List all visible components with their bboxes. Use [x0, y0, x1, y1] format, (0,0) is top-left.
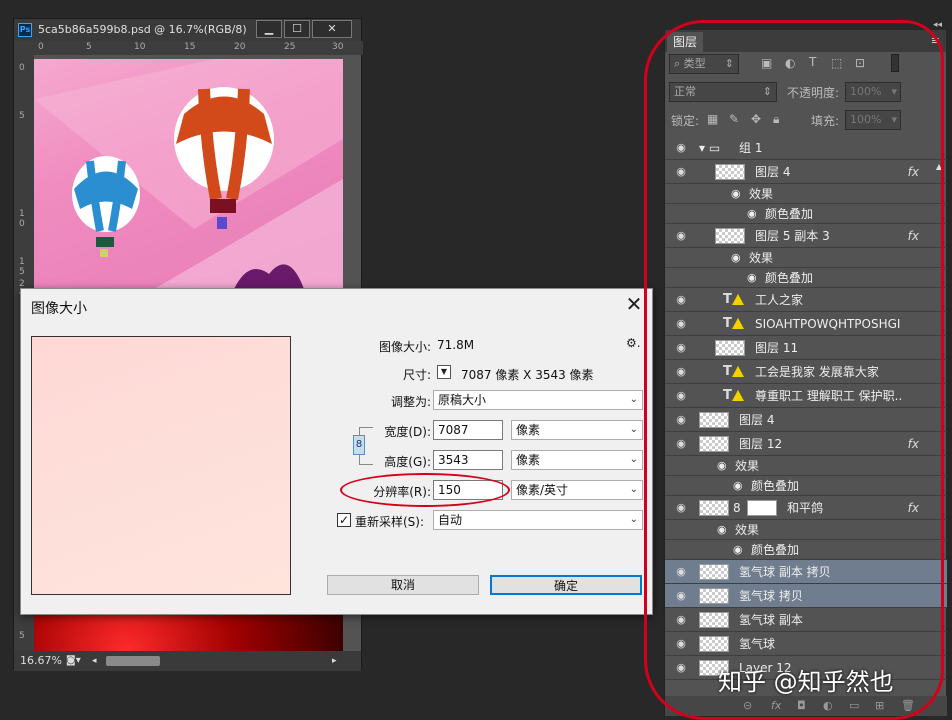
annotation-oval-resolution	[340, 473, 510, 507]
image-size-label: 图像大小:	[378, 340, 431, 354]
ruler-tick: 30	[332, 42, 344, 52]
minimize-button[interactable]: ▁	[256, 20, 282, 38]
chevron-down-icon: ⌄	[629, 514, 638, 525]
canvas-artwork[interactable]	[34, 59, 343, 289]
maximize-button[interactable]: ☐	[284, 20, 310, 38]
fit-to-value: 原稿大小	[438, 393, 487, 407]
chevron-down-icon: ⌄	[629, 424, 638, 435]
image-size-value: 71.8M	[437, 338, 475, 352]
resolution-unit-value: 像素/英寸	[516, 483, 569, 497]
dimensions-label: 尺寸:	[402, 368, 431, 382]
ruler-tick: 15	[184, 42, 196, 52]
width-input[interactable]: 7087	[433, 420, 503, 440]
blue-balloon-icon	[72, 156, 140, 257]
ruler-tick: 25	[284, 42, 296, 52]
fit-to-label: 调整为:	[390, 395, 431, 409]
balloon-illustration	[34, 59, 343, 289]
resolution-unit-select[interactable]: 像素/英寸 ⌄	[511, 480, 643, 500]
ruler-tick: 5	[19, 267, 25, 277]
collapse-icon[interactable]: ◂◂	[933, 20, 942, 30]
watermark: 知乎 @知乎然也	[718, 668, 894, 696]
document-title-bar[interactable]: Ps 5ca5b86a599b8.psd @ 16.7%(RGB/8) ▁ ☐ …	[14, 19, 361, 41]
chevron-down-icon: ⌄	[629, 394, 638, 405]
document-name: 5ca5b86a599b8.psd @ 16.7%(RGB/8)	[38, 23, 247, 36]
height-unit-value: 像素	[516, 453, 541, 467]
ruler-tick: 0	[19, 63, 25, 73]
chevron-down-icon: ⌄	[629, 454, 638, 465]
ruler-tick: 5	[86, 42, 92, 52]
ruler-tick: 5	[19, 111, 25, 121]
ruler-tick: 0	[38, 42, 44, 52]
height-label: 高度(G):	[384, 455, 431, 469]
ruler-tick: 5	[19, 631, 25, 641]
resample-value: 自动	[438, 513, 463, 527]
cancel-button[interactable]: 取消	[327, 575, 479, 595]
resample-label: 重新采样(S):	[355, 515, 425, 529]
doc-info-icon[interactable]: ◙▾	[66, 651, 81, 671]
dimensions-value: 7087 像素 X 3543 像素	[461, 368, 594, 382]
width-label: 宽度(D):	[384, 425, 431, 439]
ruler-tick: 10	[134, 42, 146, 52]
canvas-artwork-bottom[interactable]	[34, 615, 343, 651]
scroll-left-icon[interactable]: ◂	[92, 651, 97, 671]
ruler-tick: 20	[234, 42, 246, 52]
dialog-close-button[interactable]: ✕	[624, 294, 644, 315]
dialog-title: 图像大小	[31, 301, 87, 317]
ok-button[interactable]: 确定	[490, 575, 642, 595]
photoshop-icon: Ps	[18, 23, 32, 37]
close-button[interactable]: ✕	[312, 20, 352, 38]
gear-icon[interactable]: ⚙.	[626, 336, 641, 350]
resample-select[interactable]: 自动 ⌄	[433, 510, 643, 530]
horizontal-ruler: 0 5 10 15 20 25 30	[34, 41, 363, 55]
height-unit-select[interactable]: 像素 ⌄	[511, 450, 643, 470]
status-bar: 16.67% ◙▾ ◂ ▸	[14, 651, 361, 671]
fit-to-select[interactable]: 原稿大小 ⌄	[433, 390, 643, 410]
annotation-oval-panel	[644, 20, 944, 720]
dimensions-dropdown-icon[interactable]: ▼	[437, 365, 451, 379]
chevron-down-icon: ⌄	[629, 484, 638, 495]
resample-checkbox[interactable]: ✓	[337, 513, 351, 527]
image-preview[interactable]	[31, 336, 291, 595]
image-size-dialog: 图像大小 ✕ 图像大小: 71.8M ⚙. 尺寸: ▼ 7087 像素 X 35…	[20, 288, 653, 615]
height-input[interactable]: 3543	[433, 450, 503, 470]
horizontal-scrollbar-thumb[interactable]	[106, 656, 160, 666]
ruler-tick: 1	[19, 209, 25, 219]
zoom-level[interactable]: 16.67%	[20, 651, 62, 671]
width-unit-value: 像素	[516, 423, 541, 437]
ruler-tick: 0	[19, 219, 25, 229]
ruler-tick: 1	[19, 257, 25, 267]
scroll-right-icon[interactable]: ▸	[332, 651, 337, 671]
width-unit-select[interactable]: 像素 ⌄	[511, 420, 643, 440]
